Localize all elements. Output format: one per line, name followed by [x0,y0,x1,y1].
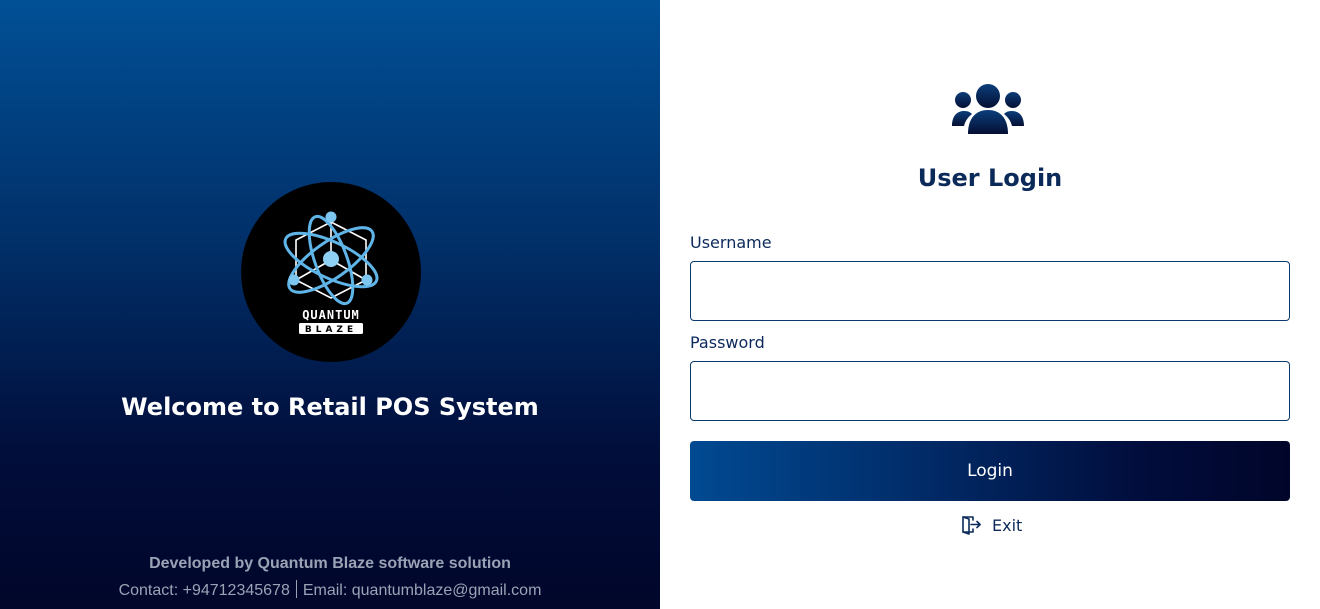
password-label: Password [690,333,765,352]
atom-logo-icon: QUANTUM BLAZE [283,211,379,335]
login-button[interactable]: Login [690,441,1290,501]
brand-panel: QUANTUM BLAZE Welcome to Retail POS Syst… [0,0,660,609]
developer-credit: Developed by Quantum Blaze software solu… [149,555,511,572]
login-window: QUANTUM BLAZE Welcome to Retail POS Syst… [0,0,1320,609]
password-input[interactable] [690,361,1290,421]
company-logo: QUANTUM BLAZE [241,182,421,362]
exit-door-icon [962,516,981,535]
contact-email: Email: quantumblaze@gmail.com [302,582,542,599]
logo-text-top: QUANTUM [302,308,360,322]
username-input[interactable] [690,261,1290,321]
contact-divider [295,580,297,598]
username-label: Username [690,233,772,252]
logo-text-bottom: BLAZE [305,325,357,335]
login-panel: User Login Username Password Login Exit [660,0,1320,609]
contact-phone: Contact: +94712345678 [118,582,290,599]
login-title: User Login [917,164,1063,192]
welcome-heading: Welcome to Retail POS System [121,393,539,421]
exit-label: Exit [992,515,1023,535]
exit-button[interactable]: Exit [960,512,1022,538]
users-group-icon [952,84,1024,134]
contact-info: Contact: +94712345678 Email: quantumblaze… [0,580,660,600]
